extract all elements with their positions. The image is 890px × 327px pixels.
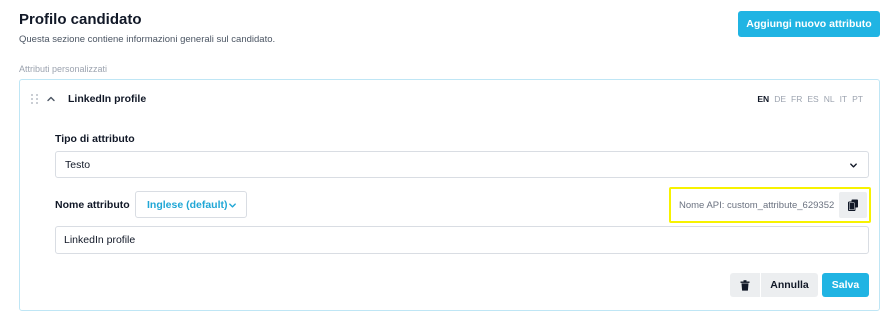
add-attribute-button[interactable]: Aggiungi nuovo attributo — [738, 11, 880, 37]
cancel-button[interactable]: Annulla — [761, 273, 818, 297]
language-tabs: EN DE FR ES NL IT PT — [757, 94, 863, 104]
chevron-up-icon[interactable] — [45, 93, 57, 105]
attribute-title: LinkedIn profile — [68, 93, 147, 105]
attribute-card: LinkedIn profile EN DE FR ES NL IT PT Ti… — [19, 79, 880, 311]
api-name-highlight: Nome API: custom_attribute_629352 — [669, 187, 871, 223]
lang-tab-es[interactable]: ES — [807, 94, 818, 104]
lang-tab-pt[interactable]: PT — [852, 94, 863, 104]
lang-tab-en[interactable]: EN — [757, 94, 769, 104]
copy-icon — [847, 199, 858, 211]
save-button[interactable]: Salva — [822, 273, 869, 297]
copy-api-name-button[interactable] — [839, 192, 867, 218]
trash-icon — [740, 279, 750, 291]
page-title: Profilo candidato — [19, 11, 142, 28]
language-dropdown-value: Inglese (default) — [147, 198, 228, 211]
chevron-down-icon — [229, 203, 236, 208]
lang-tab-it[interactable]: IT — [840, 94, 848, 104]
name-label: Nome attributo — [55, 199, 130, 211]
lang-tab-fr[interactable]: FR — [791, 94, 802, 104]
lang-tab-nl[interactable]: NL — [824, 94, 835, 104]
api-name-text: Nome API: custom_attribute_629352 — [679, 199, 835, 211]
lang-tab-de[interactable]: DE — [774, 94, 786, 104]
language-dropdown[interactable]: Inglese (default) — [135, 191, 247, 218]
section-label: Attributi personalizzati — [19, 64, 108, 74]
type-select-value: Testo — [65, 158, 91, 171]
page-subtitle: Questa sezione contiene informazioni gen… — [19, 34, 276, 45]
attribute-name-input[interactable] — [55, 226, 869, 254]
chevron-down-icon — [850, 163, 857, 168]
type-select[interactable]: Testo — [55, 151, 869, 178]
drag-handle-icon[interactable] — [31, 94, 39, 104]
delete-attribute-button[interactable] — [730, 273, 760, 297]
type-label: Tipo di attributo — [55, 133, 135, 145]
